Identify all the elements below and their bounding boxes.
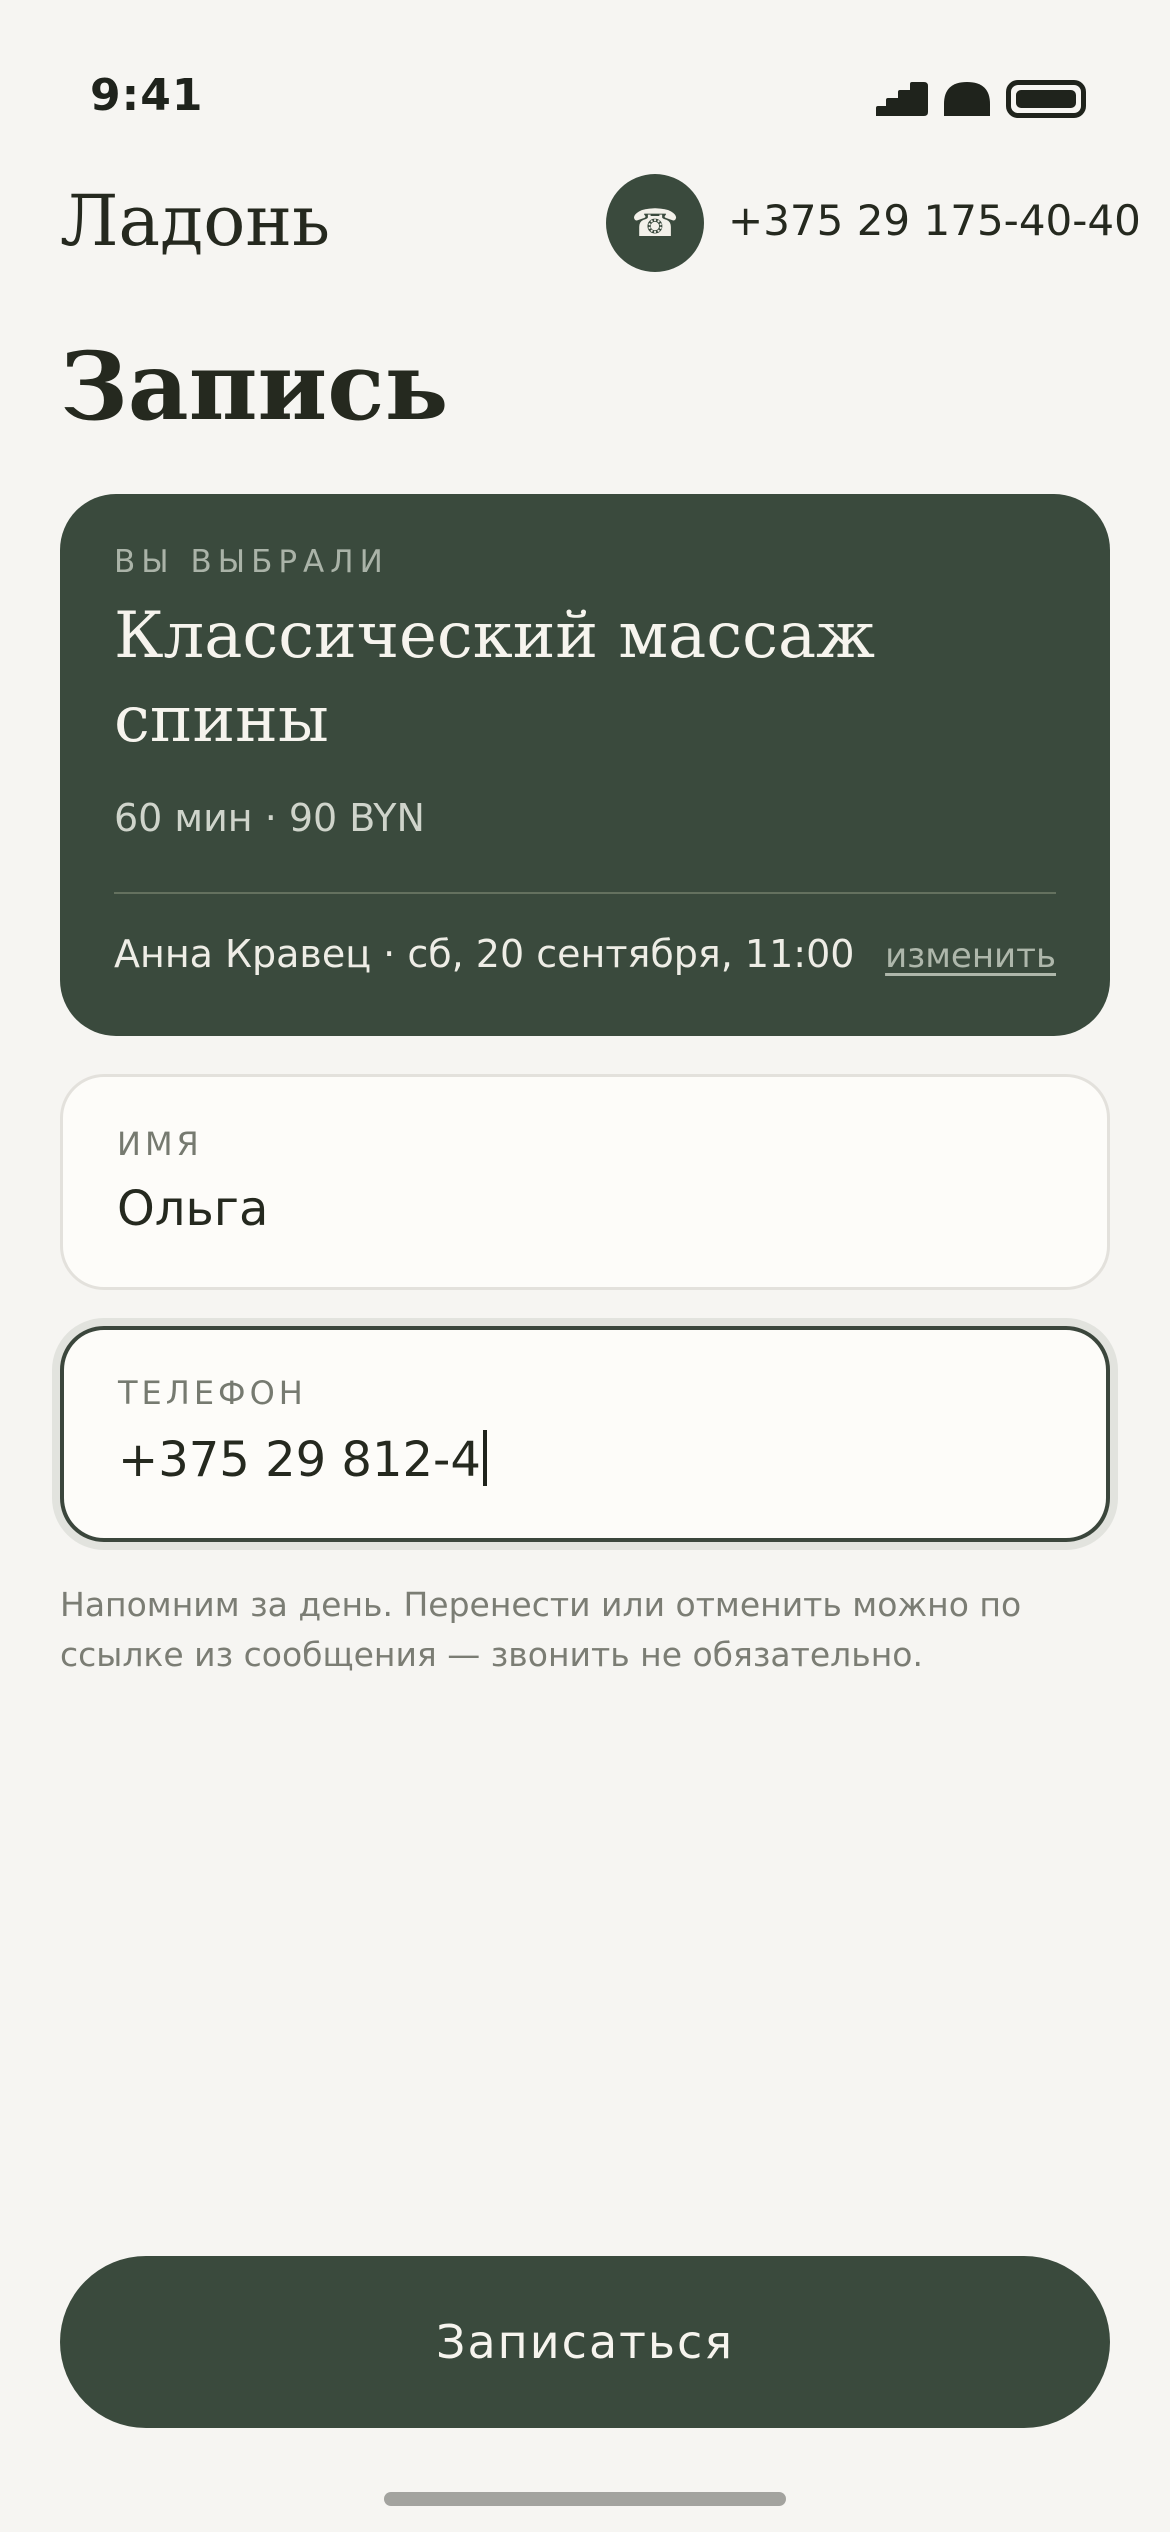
booking-screen: 9:41 Ладонь ☎ +375 29 175-40-40 Запись В… (0, 0, 1170, 2532)
card-eyebrow: ВЫ ВЫБРАЛИ (114, 544, 389, 580)
service-duration-price: 60 мин · 90 BYN (114, 796, 425, 840)
phone-icon[interactable]: ☎ (606, 174, 704, 272)
status-icons (874, 80, 1086, 118)
selected-service-card: ВЫ ВЫБРАЛИ Классический массаж спины 60 … (60, 494, 1110, 1036)
wifi-icon (944, 82, 990, 116)
reminder-hint: Напомним за день. Перенести или отменить… (60, 1585, 1022, 1674)
phone-input[interactable]: +375 29 812-4 (118, 1430, 487, 1488)
service-name: Классический массаж спины (114, 599, 876, 757)
phone-input-text: +375 29 812-4 (118, 1432, 481, 1488)
status-time: 9:41 (90, 70, 204, 121)
name-label: ИМЯ (117, 1125, 203, 1163)
change-link[interactable]: изменить (885, 936, 1056, 976)
name-input[interactable]: Ольга (117, 1181, 268, 1237)
salon-phone-link[interactable]: +375 29 175-40-40 (728, 196, 1141, 245)
page-title: Запись (60, 332, 449, 442)
master-and-time: Анна Кравец · сб, 20 сентября, 11:00 (114, 932, 855, 976)
phone-label: ТЕЛЕФОН (118, 1374, 307, 1412)
battery-icon (1006, 80, 1086, 118)
card-divider (114, 892, 1056, 894)
cellular-signal-icon (876, 82, 928, 116)
phone-field[interactable]: ТЕЛЕФОН +375 29 812-4 (60, 1326, 1110, 1542)
name-field[interactable]: ИМЯ Ольга (60, 1074, 1110, 1290)
submit-button[interactable]: Записаться (60, 2256, 1110, 2428)
home-indicator[interactable] (384, 2492, 786, 2506)
text-caret (482, 1430, 487, 1486)
brand-logo[interactable]: Ладонь (60, 180, 330, 262)
